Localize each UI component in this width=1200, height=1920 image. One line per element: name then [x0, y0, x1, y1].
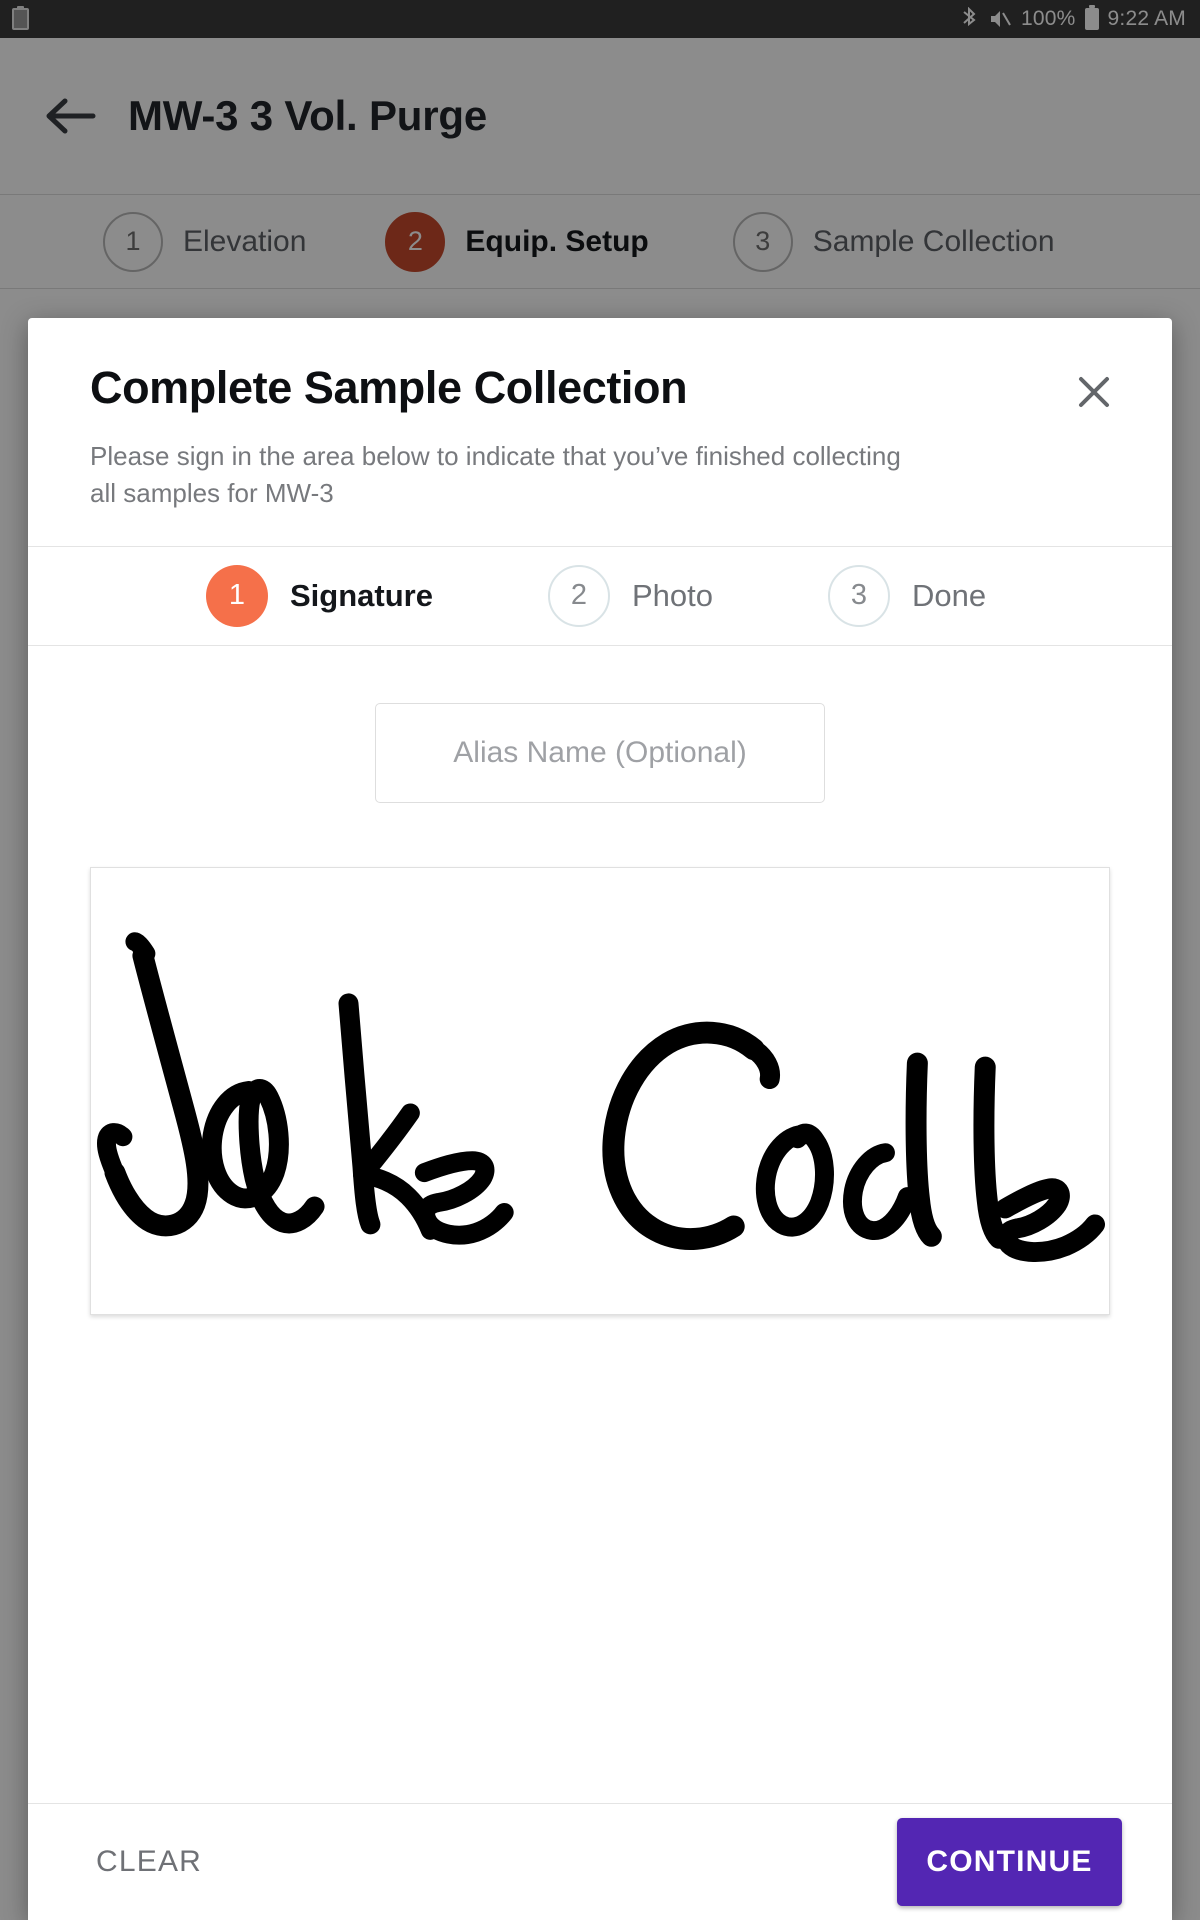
- dialog-step-photo[interactable]: 2 Photo: [547, 564, 713, 627]
- signature-ink: [97, 932, 1106, 1262]
- dialog-footer: CLEAR CONTINUE: [28, 1803, 1172, 1920]
- dialog-step-1-label: Signature: [290, 577, 433, 613]
- dialog-stepper: 1 Signature 2 Photo 3 Done: [28, 547, 1172, 645]
- dialog-step-1-number: 1: [206, 564, 268, 627]
- alias-field-wrapper: [28, 646, 1172, 803]
- dialog-step-3-label: Done: [911, 577, 987, 613]
- dialog-title: Complete Sample Collection: [90, 362, 688, 413]
- dialog-step-done[interactable]: 3 Done: [827, 564, 987, 627]
- continue-button[interactable]: CONTINUE: [897, 1818, 1122, 1906]
- dialog-step-signature[interactable]: 1 Signature: [206, 564, 433, 627]
- dialog-subtitle: Please sign in the area below to indicat…: [90, 441, 901, 508]
- close-icon: [1079, 377, 1109, 407]
- dialog-step-2-label: Photo: [631, 577, 713, 613]
- alias-name-input[interactable]: [375, 702, 825, 803]
- signature-pad[interactable]: [90, 866, 1110, 1315]
- signature-pad-wrapper: [28, 803, 1172, 1315]
- dialog-step-2-number: 2: [547, 564, 610, 627]
- dialog-step-3-number: 3: [827, 564, 890, 627]
- complete-sample-collection-dialog: Complete Sample Collection Please sign i…: [28, 318, 1172, 1920]
- screen-root: 100% 9:22 AM MW-3 3 Vol. Purge 1 Elevati…: [0, 0, 1200, 1920]
- dialog-header: Complete Sample Collection Please sign i…: [28, 318, 1172, 546]
- clear-button[interactable]: CLEAR: [90, 1831, 208, 1893]
- close-button[interactable]: [1066, 364, 1122, 420]
- dialog-content: [28, 645, 1172, 1803]
